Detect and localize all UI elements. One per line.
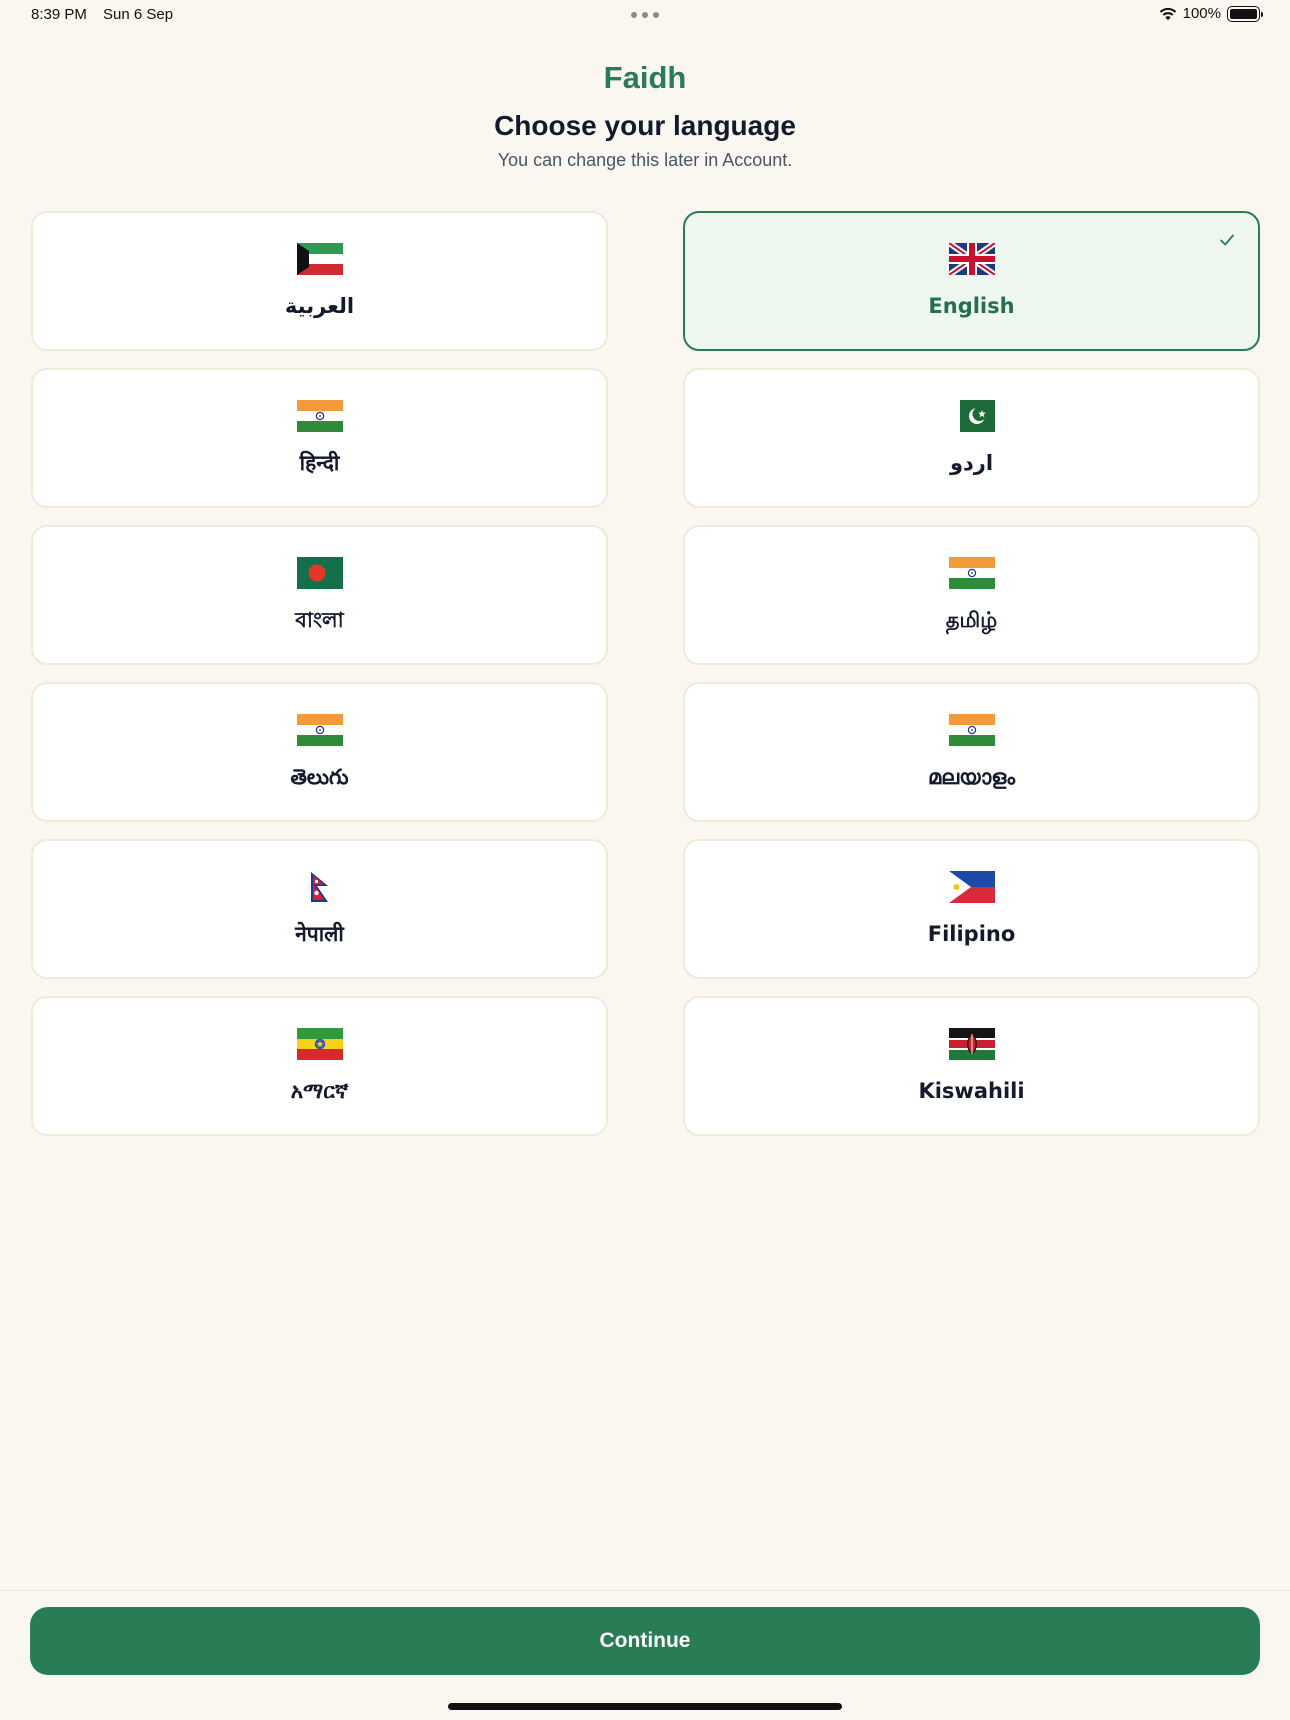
- nepal-flag-icon: [310, 872, 328, 902]
- language-label: മലയാളം: [927, 765, 1016, 789]
- multitasking-dots-icon[interactable]: [631, 12, 659, 18]
- ethiopia-flag-icon: [296, 1028, 343, 1060]
- language-label: తెలుగు: [290, 765, 349, 789]
- status-date: Sun 6 Sep: [103, 6, 174, 23]
- language-label: አማርኛ: [290, 1079, 349, 1103]
- battery-icon: [1227, 5, 1263, 22]
- language-label: हिन्दी: [299, 451, 340, 475]
- checkmark-icon: [1220, 234, 1234, 246]
- wifi-icon: [1159, 7, 1176, 20]
- status-bar: 8:39 PM Sun 6 Sep 100%: [0, 0, 1290, 32]
- language-label: বাংলা: [295, 608, 344, 632]
- language-card-amharic[interactable]: አማርኛ: [31, 996, 608, 1136]
- page-title: Choose your language: [494, 110, 796, 141]
- language-card-kiswahili[interactable]: Kiswahili: [683, 996, 1260, 1136]
- status-indicators: 100%: [1159, 5, 1263, 22]
- language-label: العربية: [284, 294, 355, 318]
- status-time: 8:39 PM: [31, 6, 87, 23]
- language-label: தமிழ்: [945, 608, 998, 632]
- app-brand: Faidh: [603, 60, 687, 95]
- language-card-malayalam[interactable]: മലയാളം: [683, 682, 1260, 822]
- header: Faidh Choose your language You can chang…: [0, 58, 1290, 172]
- page-subtitle: You can change this later in Account.: [497, 150, 793, 170]
- language-label: Filipino: [927, 922, 1016, 946]
- philippines-flag-icon: [948, 871, 995, 903]
- language-card-bangla[interactable]: বাংলা: [31, 525, 608, 665]
- language-label: Kiswahili: [918, 1079, 1025, 1103]
- language-label: English: [928, 294, 1015, 318]
- language-card-arabic[interactable]: العربية: [31, 211, 608, 351]
- language-card-telugu[interactable]: తెలుగు: [31, 682, 608, 822]
- kuwait-flag-icon: [296, 243, 343, 275]
- kenya-flag-icon: [948, 1028, 995, 1060]
- india-flag-icon: [948, 714, 995, 746]
- battery-percent: 100%: [1182, 5, 1221, 22]
- continue-button[interactable]: Continue: [30, 1607, 1260, 1675]
- pakistan-flag-icon: [948, 400, 995, 432]
- language-card-hindi[interactable]: हिन्दी: [31, 368, 608, 508]
- india-flag-icon: [948, 557, 995, 589]
- language-grid: العربية English हिन्दी اردو বাংলা தமிழ் …: [31, 211, 1260, 1136]
- home-indicator[interactable]: [448, 1703, 842, 1710]
- language-card-english[interactable]: English: [683, 211, 1260, 351]
- footer-divider: [0, 1590, 1290, 1591]
- language-card-urdu[interactable]: اردو: [683, 368, 1260, 508]
- language-card-filipino[interactable]: Filipino: [683, 839, 1260, 979]
- status-time-date: 8:39 PM Sun 6 Sep: [31, 6, 173, 23]
- india-flag-icon: [296, 714, 343, 746]
- bangladesh-flag-icon: [296, 557, 343, 589]
- india-flag-icon: [296, 400, 343, 432]
- language-card-tamil[interactable]: தமிழ்: [683, 525, 1260, 665]
- language-label: नेपाली: [295, 922, 344, 946]
- uk-flag-icon: [948, 243, 995, 275]
- language-label: اردو: [949, 451, 994, 475]
- language-card-nepali[interactable]: नेपाली: [31, 839, 608, 979]
